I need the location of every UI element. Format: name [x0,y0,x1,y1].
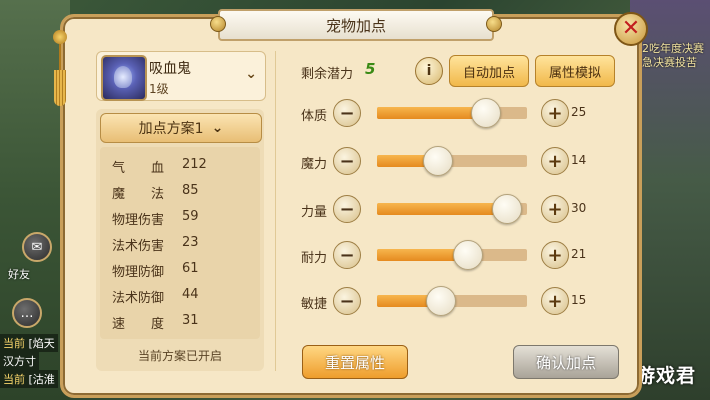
column-divider [275,51,276,371]
slider-handle[interactable] [492,194,522,224]
stat-row-speed: 速 度 31 [112,309,252,335]
info-button[interactable]: i [415,57,443,85]
attribute-slider[interactable] [377,194,527,224]
stat-label: 物理伤害 [112,213,165,228]
minus-button[interactable]: − [333,99,361,127]
stat-value: 59 [182,209,199,224]
attribute-name: 魔力 [301,157,328,172]
minus-button[interactable]: − [333,147,361,175]
auto-allocate-button[interactable]: 自动加点 [449,55,529,87]
pet-level: 1级 [149,82,169,96]
attribute-points: 21 [571,247,587,261]
attribute-points: 30 [571,201,587,215]
plus-button[interactable]: + [541,287,569,315]
attribute-points: 15 [571,293,587,307]
vampire-pet-avatar-icon [101,55,147,101]
stat-label: 法术防御 [112,291,165,306]
plan-status-note: 当前方案已开启 [137,349,222,363]
attribute-slider[interactable] [377,286,527,316]
plan-area: 加点方案1 ⌄ 气 血 212 魔 法 85 物理伤害 59 法术伤害 23 物理防御 6… [96,109,264,371]
slider-handle[interactable] [426,286,456,316]
confirm-allocate-button[interactable]: 确认加点 [513,345,619,379]
attribute-row: 体质 − +25 [301,98,631,129]
stats-list: 气 血 212 魔 法 85 物理伤害 59 法术伤害 23 物理防御 61 法术防御 44… [100,147,260,339]
attribute-name: 力量 [301,205,328,220]
pet-selector[interactable]: 吸血鬼 1级 ⌄ [96,51,266,101]
stat-row-physical-defense: 物理防御 61 [112,257,252,283]
reset-attributes-button[interactable]: 重置属性 [302,345,408,379]
chat-bubble-icon[interactable]: … [12,298,42,328]
attribute-name: 耐力 [301,251,328,266]
plus-button[interactable]: + [541,147,569,175]
chevron-down-icon: ⌄ [211,120,224,136]
slider-fill [377,107,485,119]
slider-handle[interactable] [423,146,453,176]
slider-handle[interactable] [471,98,501,128]
close-icon: ✕ [621,16,641,41]
event-banner-text-2: 急决赛投苦 [642,56,697,69]
attribute-row: 魔力 − +14 [301,146,631,177]
attribute-points: 25 [571,105,587,119]
slider-handle[interactable] [453,240,483,270]
minus-button[interactable]: − [333,241,361,269]
plan-label: 加点方案1 [138,121,204,137]
minus-button[interactable]: − [333,195,361,223]
friend-label[interactable]: 好友 [8,266,30,282]
stat-row-mp: 魔 法 85 [112,179,252,205]
plus-button[interactable]: + [541,195,569,223]
tassel-ornament [52,30,68,120]
plus-button[interactable]: + [541,241,569,269]
stat-label: 法术伤害 [112,239,165,254]
stat-row-physical-damage: 物理伤害 59 [112,205,252,231]
stat-row-hp: 气 血 212 [112,153,252,179]
attribute-row: 耐力 − +21 [301,240,631,271]
chat-line-1: 当前 [焰天 [0,334,58,352]
chevron-down-icon[interactable]: ⌄ [245,66,257,82]
remaining-potential-value: 5 [365,60,376,78]
pet-name: 吸血鬼 [149,61,191,77]
attribute-row: 力量 − +30 [301,194,631,225]
remaining-potential-label: 剩余潜力 [301,67,354,82]
plus-button[interactable]: + [541,99,569,127]
stat-value: 23 [182,235,199,250]
chat-line-3: 当前 [沽淮 [0,370,58,388]
attribute-name: 体质 [301,109,328,124]
stat-value: 85 [182,183,199,198]
stat-label: 速 度 [112,317,165,332]
stat-label: 物理防御 [112,265,165,280]
attribute-row: 敏捷 − +15 [301,286,631,317]
chat-line-2: 汉方寸 [0,352,39,370]
close-button[interactable]: ✕ [614,12,648,46]
stat-value: 44 [182,287,199,302]
attribute-name: 敏捷 [301,297,328,312]
stat-value: 31 [182,313,199,328]
attribute-simulate-button[interactable]: 属性模拟 [535,55,615,87]
stat-label: 气 血 [112,161,165,176]
mail-icon[interactable]: ✉ [22,232,52,262]
attribute-points: 14 [571,153,587,167]
minus-button[interactable]: − [333,287,361,315]
pet-attribute-dialog: 宠物加点 吸血鬼 1级 ⌄ 加点方案1 ⌄ 气 血 212 魔 法 85 物理伤害 5… [60,9,642,398]
stat-value: 212 [182,157,207,172]
stat-label: 魔 法 [112,187,165,202]
plan-dropdown-button[interactable]: 加点方案1 ⌄ [100,113,262,143]
attribute-slider[interactable] [377,98,527,128]
dialog-title: 宠物加点 [210,9,502,41]
stat-row-magic-damage: 法术伤害 23 [112,231,252,257]
stat-row-magic-defense: 法术防御 44 [112,283,252,309]
stat-value: 61 [182,261,199,276]
attribute-slider[interactable] [377,240,527,270]
attribute-slider[interactable] [377,146,527,176]
slider-fill [377,203,506,215]
